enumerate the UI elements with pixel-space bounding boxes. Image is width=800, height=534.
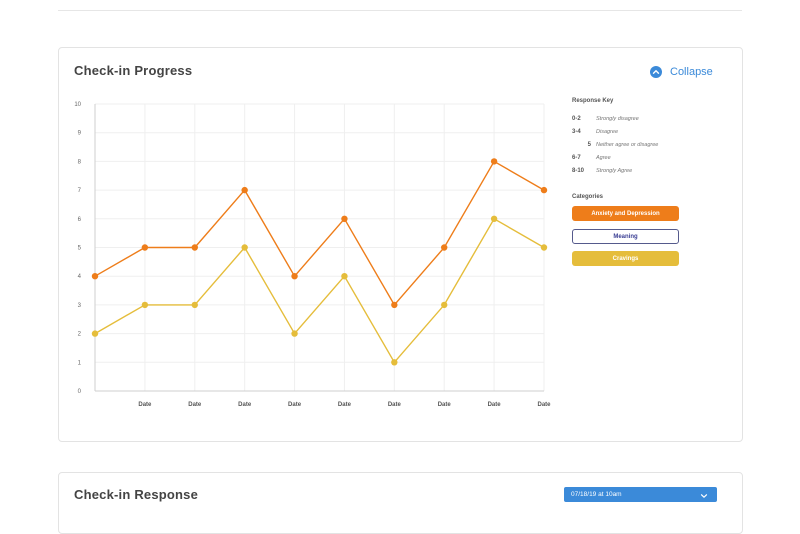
anxiety-and-depression-data-point	[141, 244, 149, 251]
anxiety-and-depression-data-point	[490, 158, 498, 165]
cravings-data-point	[341, 273, 348, 280]
y-tick-label: 8	[78, 159, 82, 165]
anxiety-and-depression-data-point	[391, 301, 398, 309]
categories-title: Categories	[572, 194, 604, 200]
response-title: Check-in Response	[74, 487, 199, 502]
key-row: 5 Neither agree or disagree	[572, 138, 732, 151]
chevron-down-icon	[700, 486, 708, 504]
anxiety-and-depression-data-point	[191, 244, 198, 251]
key-range: 6-7	[572, 154, 581, 161]
check-in-response-card: Check-in Response 07/18/19 at 10am	[58, 472, 743, 534]
anxiety-and-depression-data-point	[241, 186, 248, 194]
anxiety-and-depression-data-point	[540, 186, 548, 194]
check-in-date-select[interactable]: 07/18/19 at 10am	[564, 487, 717, 502]
key-desc: Neither agree or disagree	[596, 141, 659, 148]
x-tick-label: Date	[488, 402, 502, 408]
key-range: 8-10	[572, 167, 585, 174]
cravings-data-point	[291, 330, 298, 337]
x-tick-label: Date	[288, 402, 302, 408]
x-tick-label: Date	[438, 402, 452, 408]
x-tick-label: Date	[388, 402, 402, 408]
response-key: Response Key 0-2 Strongly disagree 3-4 D…	[572, 98, 732, 177]
x-tick-label: Date	[537, 402, 551, 408]
anxiety-and-depression-series-line	[94, 160, 545, 307]
cravings-data-point	[241, 244, 248, 251]
key-range: 3-4	[572, 128, 581, 135]
y-tick-label: 1	[78, 360, 82, 366]
top-divider	[58, 10, 742, 11]
response-key-title: Response Key	[572, 98, 614, 104]
x-tick-label: Date	[138, 402, 152, 408]
cravings-data-point	[191, 301, 198, 309]
y-tick-label: 0	[78, 389, 82, 395]
y-tick-label: 9	[78, 131, 82, 137]
cravings-data-point	[441, 301, 448, 309]
y-tick-label: 3	[78, 303, 82, 309]
y-tick-label: 4	[78, 274, 82, 280]
category-cravings-button[interactable]: Cravings	[572, 251, 679, 266]
y-tick-label: 10	[74, 102, 81, 108]
y-tick-label: 7	[78, 188, 82, 194]
anxiety-and-depression-data-point	[291, 273, 298, 280]
key-row: 3-4 Disagree	[572, 125, 732, 138]
x-tick-label: Date	[238, 402, 252, 408]
anxiety-and-depression-data-point	[341, 215, 348, 222]
key-range: 5	[587, 141, 591, 148]
category-anxiety-depression-button[interactable]: Anxiety and Depression	[572, 206, 679, 221]
anxiety-and-depression-data-point	[441, 244, 448, 251]
key-row: 0-2 Strongly disagree	[572, 112, 732, 125]
key-desc: Agree	[596, 154, 611, 161]
category-meaning-button[interactable]: Meaning	[572, 229, 679, 244]
cravings-data-point	[540, 244, 548, 251]
check-in-progress-card: Check-in Progress Collapse 0 1 2 3 4 5 6 7 8 9 10 D…	[58, 47, 743, 442]
check-in-date-value: 07/18/19 at 10am	[571, 491, 622, 498]
key-desc: Strongly disagree	[596, 115, 639, 122]
y-tick-label: 5	[78, 246, 82, 252]
anxiety-and-depression-data-point	[91, 273, 99, 280]
cravings-data-point	[141, 301, 149, 309]
key-range: 0-2	[572, 115, 581, 122]
y-tick-label: 6	[78, 217, 82, 223]
y-tick-label: 2	[78, 332, 82, 338]
cravings-data-point	[490, 215, 498, 222]
x-tick-label: Date	[338, 402, 352, 408]
key-desc: Strongly Agree	[596, 167, 633, 174]
cravings-data-point	[91, 330, 99, 337]
key-desc: Disagree	[596, 128, 619, 135]
cravings-data-point	[391, 359, 398, 366]
key-row: 8-10 Strongly Agree	[572, 164, 732, 177]
x-tick-label: Date	[188, 402, 202, 408]
key-row: 6-7 Agree	[572, 151, 732, 164]
cravings-series-line	[94, 217, 545, 364]
